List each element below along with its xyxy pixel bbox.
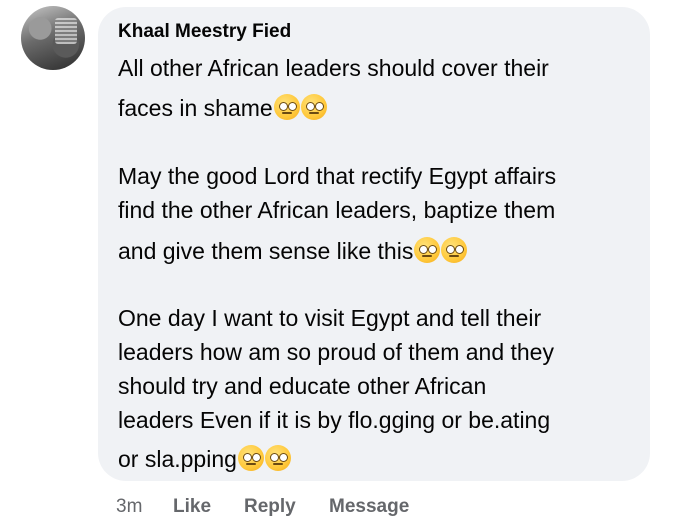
comment-line: leaders Even if it is by flo.gging or be… [118,407,551,433]
comment-timestamp[interactable]: 3m [116,496,142,518]
comment-author[interactable]: Khaal Meestry Fied [118,21,291,43]
comment-line: find the other African leaders, baptize … [118,197,556,223]
message-button[interactable]: Message [329,496,409,518]
avatar[interactable] [21,6,85,70]
like-button[interactable]: Like [173,496,211,518]
comment-line: leaders how am so proud of them and they [118,339,554,365]
rolling-eyes-icon [300,94,327,120]
comment-line: One day I want to visit Egypt and tell t… [118,305,542,331]
reply-button[interactable]: Reply [244,496,296,518]
unamused-icon [237,445,264,471]
sad-relieved-icon [441,237,468,263]
comment-line: should try and educate other African [118,373,487,399]
comment-line: or sla.pping [118,444,291,474]
comment-line: May the good Lord that rectify Egypt aff… [118,163,557,189]
sad-relieved-icon [414,237,441,263]
raised-eyebrow-icon [264,445,291,471]
rolling-eyes-icon [273,94,300,120]
comment-bubble: Khaal Meestry Fied All other African lea… [98,7,650,481]
comment-line: and give them sense like this [118,236,468,266]
comment-line: faces in shame [118,93,327,123]
comment-line: All other African leaders should cover t… [118,55,549,81]
